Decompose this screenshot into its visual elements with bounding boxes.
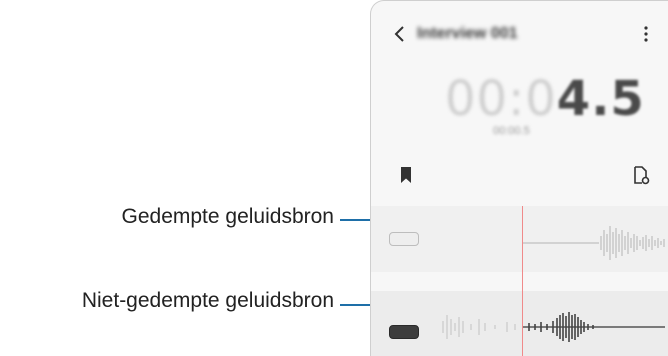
recorder-screen: Interview 001 00:04.5 00:00.5	[370, 0, 668, 356]
document-check-icon[interactable]	[631, 165, 651, 185]
unmuted-waveform	[442, 312, 665, 342]
muted-track	[371, 206, 668, 272]
elapsed-timer: 00:04.5	[445, 71, 645, 127]
muted-waveform	[523, 226, 665, 260]
unmuted-track	[371, 291, 668, 356]
timer-dim-digits: 00:0	[445, 71, 557, 127]
top-bar: Interview 001	[371, 1, 668, 71]
chevron-left-icon[interactable]	[389, 23, 411, 45]
unmuted-source-label: Niet-gedempte geluidsbron	[81, 289, 334, 312]
recording-title: Interview 001	[417, 25, 518, 42]
sub-timer: 00:00.5	[493, 125, 530, 137]
more-vertical-icon[interactable]	[639, 23, 653, 45]
muted-source-label: Gedempte geluidsbron	[121, 205, 334, 228]
timer-bright-digits: 4.5	[556, 71, 645, 127]
bookmark-icon[interactable]	[399, 166, 413, 184]
playhead-line[interactable]	[522, 206, 523, 356]
